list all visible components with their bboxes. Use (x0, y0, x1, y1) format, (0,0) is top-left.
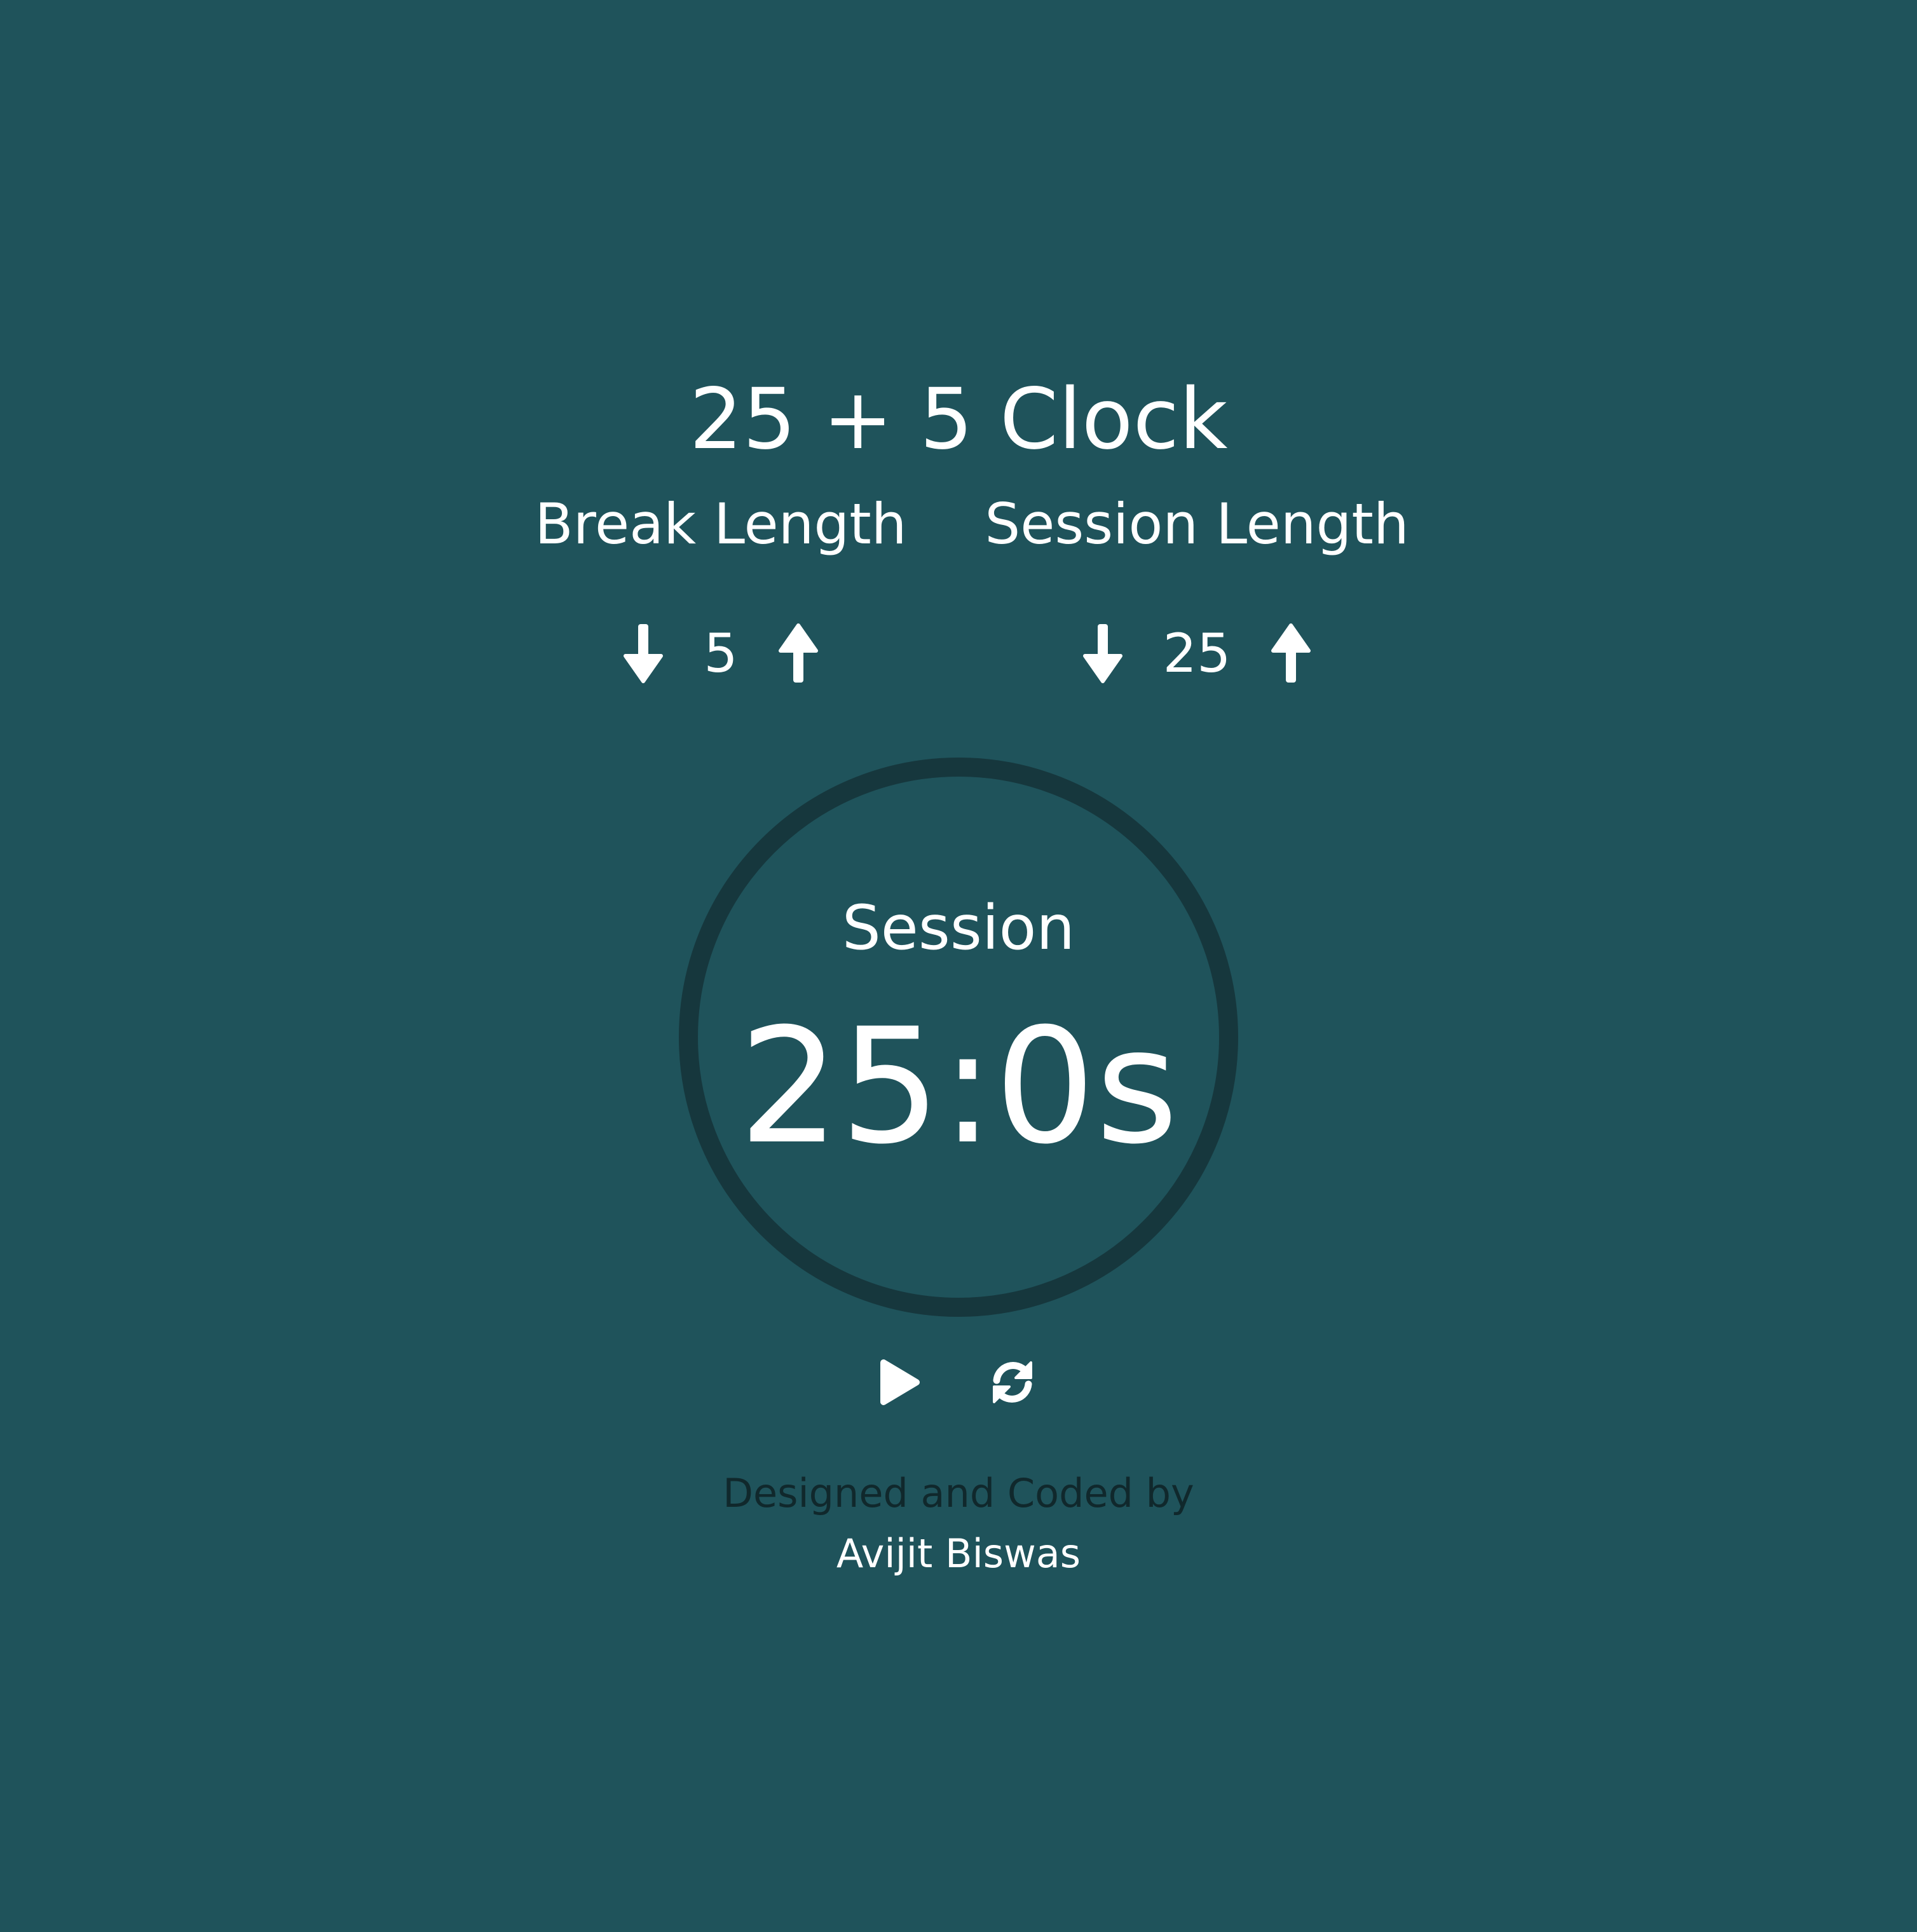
start-stop-button[interactable] (871, 1354, 928, 1411)
session-decrement-button[interactable] (1081, 618, 1125, 688)
session-length-label: Session Length (985, 491, 1409, 557)
break-increment-button[interactable] (776, 618, 821, 688)
arrow-up-icon (1271, 623, 1311, 683)
author-link[interactable]: Avijit Biswas (0, 1525, 1917, 1582)
reset-button[interactable] (984, 1354, 1041, 1411)
arrow-up-icon (778, 623, 818, 683)
refresh-icon (993, 1361, 1032, 1403)
play-icon (880, 1359, 920, 1405)
break-length-controls: 5 (479, 615, 962, 691)
session-increment-button[interactable] (1269, 618, 1313, 688)
time-left-display: 25:0s (739, 994, 1178, 1179)
session-length-controls: 25 (955, 615, 1438, 691)
session-length-value: 25 (1163, 622, 1231, 684)
arrow-down-icon (624, 624, 664, 683)
arrow-down-icon (1082, 624, 1122, 683)
break-decrement-button[interactable] (621, 618, 665, 688)
timer-label: Session (842, 892, 1075, 963)
break-length-value: 5 (704, 622, 738, 684)
credit-text: Designed and Coded by (723, 1470, 1194, 1516)
page-title: 25 + 5 Clock (689, 371, 1228, 468)
break-length-label: Break Length (535, 491, 907, 557)
